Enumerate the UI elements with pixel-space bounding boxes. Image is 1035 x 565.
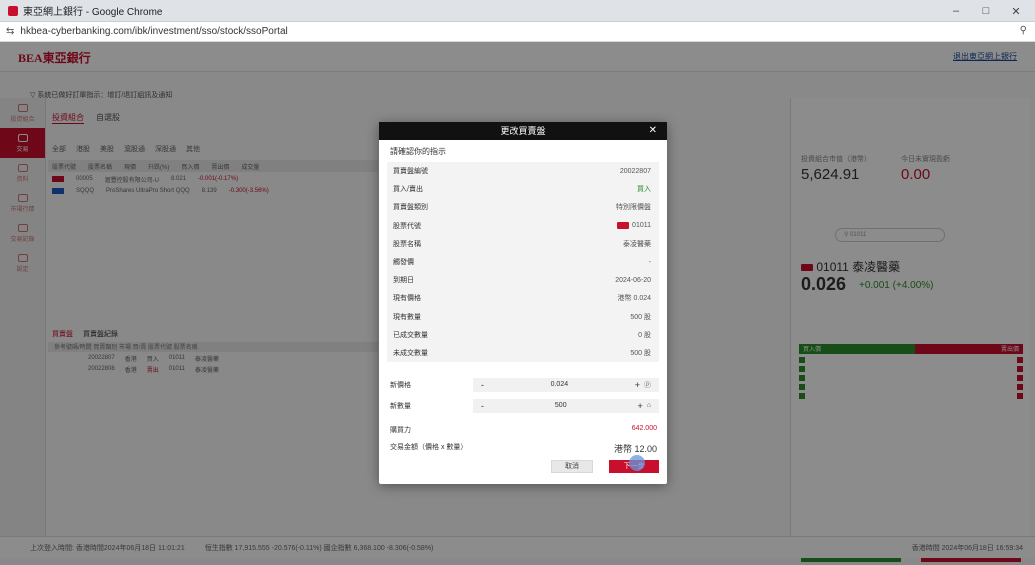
- price-stepper: - 0.024 + ⓟ: [473, 377, 659, 392]
- detail-value: 泰凌醫藥: [623, 240, 651, 248]
- detail-row-side: 買入/賣出 買入: [387, 180, 659, 198]
- detail-label: 買入/賣出: [393, 186, 423, 194]
- price-decrease-button[interactable]: -: [481, 380, 484, 390]
- qty-increase-button[interactable]: +: [638, 401, 643, 411]
- detail-row-current-qty: 現有數量 500 股: [387, 308, 659, 326]
- detail-value: 500 股: [630, 349, 651, 357]
- detail-label: 未成交數量: [393, 349, 428, 357]
- detail-label: 現有價格: [393, 295, 421, 303]
- detail-value: 0 股: [638, 331, 651, 339]
- minimize-button[interactable]: –: [941, 0, 971, 22]
- detail-label: 現有數量: [393, 313, 421, 321]
- detail-label: 買賣盤編號: [393, 168, 428, 176]
- zoom-icon[interactable]: ⚲: [1020, 25, 1027, 36]
- detail-row-stock-name: 股票名稱 泰凌醫藥: [387, 235, 659, 253]
- detail-value: 500 股: [630, 313, 651, 321]
- detail-label: 已成交數量: [393, 331, 428, 339]
- bea-favicon-icon: [8, 5, 18, 16]
- browser-titlebar: 東亞網上銀行 - Google Chrome – □ ✕: [0, 0, 1035, 22]
- detail-value: 2024-06-20: [615, 276, 651, 284]
- detail-value: 20022807: [619, 167, 651, 175]
- window-title: 東亞網上銀行 - Google Chrome: [23, 7, 163, 18]
- address-bar[interactable]: ⇆ hkbea-cyberbanking.com/ibk/investment/…: [0, 22, 1035, 42]
- detail-row-expiry: 到期日 2024-06-20: [387, 271, 659, 289]
- cancel-button[interactable]: 取消: [551, 460, 593, 473]
- detail-value: 港幣 0.024: [617, 295, 651, 303]
- detail-row-filled-qty: 已成交數量 0 股: [387, 326, 659, 344]
- price-increase-wrap: + ⓟ: [635, 380, 651, 390]
- new-qty-input[interactable]: 500: [555, 402, 567, 409]
- detail-label: 買賣盤類別: [393, 204, 428, 212]
- detail-value-wrap: 01011: [617, 222, 651, 230]
- buying-power-label: 購買力: [390, 427, 411, 434]
- new-price-label: 新價格: [390, 381, 411, 389]
- qty-increase-wrap: + ⌂: [638, 401, 652, 411]
- transaction-amount-label: 交易金額（價格 x 數量）: [390, 444, 468, 451]
- order-details: 買賣盤編號 20022807 買入/賣出 買入 買賣盤類別 特別限價盤 股票代號 010…: [387, 162, 659, 363]
- detail-label: 到期日: [393, 277, 414, 285]
- window-controls: – □ ✕: [941, 0, 1031, 22]
- new-qty-label: 新數量: [390, 402, 411, 410]
- url-text[interactable]: hkbea-cyberbanking.com/ibk/investment/ss…: [20, 26, 287, 37]
- detail-value: 買入: [637, 186, 651, 194]
- dialog-header: 更改買賣盤 ✕: [379, 122, 667, 140]
- detail-value: 01011: [632, 222, 651, 230]
- detail-value: -: [648, 258, 651, 266]
- detail-row-stock-code: 股票代號 01011: [387, 217, 659, 235]
- new-price-input[interactable]: 0.024: [551, 381, 569, 388]
- qty-stepper: - 500 + ⌂: [473, 398, 659, 413]
- new-qty-field: 新數量 - 500 + ⌂: [387, 398, 659, 413]
- new-price-field: 新價格 - 0.024 + ⓟ: [387, 377, 659, 392]
- dialog-title: 更改買賣盤: [500, 126, 546, 136]
- amend-order-dialog: 更改買賣盤 ✕ 請確認你的指示 買賣盤編號 20022807 買入/賣出 買入 買賣…: [379, 122, 667, 484]
- detail-value: 特別限價盤: [616, 204, 651, 212]
- buying-power-value: 642.000: [631, 425, 657, 432]
- detail-row-order-type: 買賣盤類別 特別限價盤: [387, 198, 659, 216]
- dialog-subtitle: 請確認你的指示: [390, 147, 446, 156]
- detail-label: 股票代號: [393, 222, 421, 230]
- lot-size-icon[interactable]: ⌂: [647, 402, 651, 409]
- maximize-button[interactable]: □: [971, 0, 1001, 22]
- price-increase-button[interactable]: +: [635, 380, 640, 390]
- site-settings-icon[interactable]: ⇆: [6, 26, 14, 37]
- detail-row-current-price: 現有價格 港幣 0.024: [387, 289, 659, 307]
- detail-row-unfilled-qty: 未成交數量 500 股: [387, 344, 659, 362]
- detail-label: 股票名稱: [393, 240, 421, 248]
- transaction-amount-value: 港幣 12.00: [613, 444, 657, 454]
- price-spread-icon[interactable]: ⓟ: [644, 380, 651, 390]
- close-icon[interactable]: ✕: [649, 122, 657, 140]
- hk-flag-icon: [617, 222, 630, 230]
- detail-label: 觸發價: [393, 259, 414, 267]
- close-window-button[interactable]: ✕: [1001, 0, 1031, 22]
- detail-row-trigger: 觸發價 -: [387, 253, 659, 271]
- cursor-indicator: [629, 455, 645, 471]
- detail-row-order-no: 買賣盤編號 20022807: [387, 162, 659, 180]
- qty-decrease-button[interactable]: -: [481, 401, 484, 411]
